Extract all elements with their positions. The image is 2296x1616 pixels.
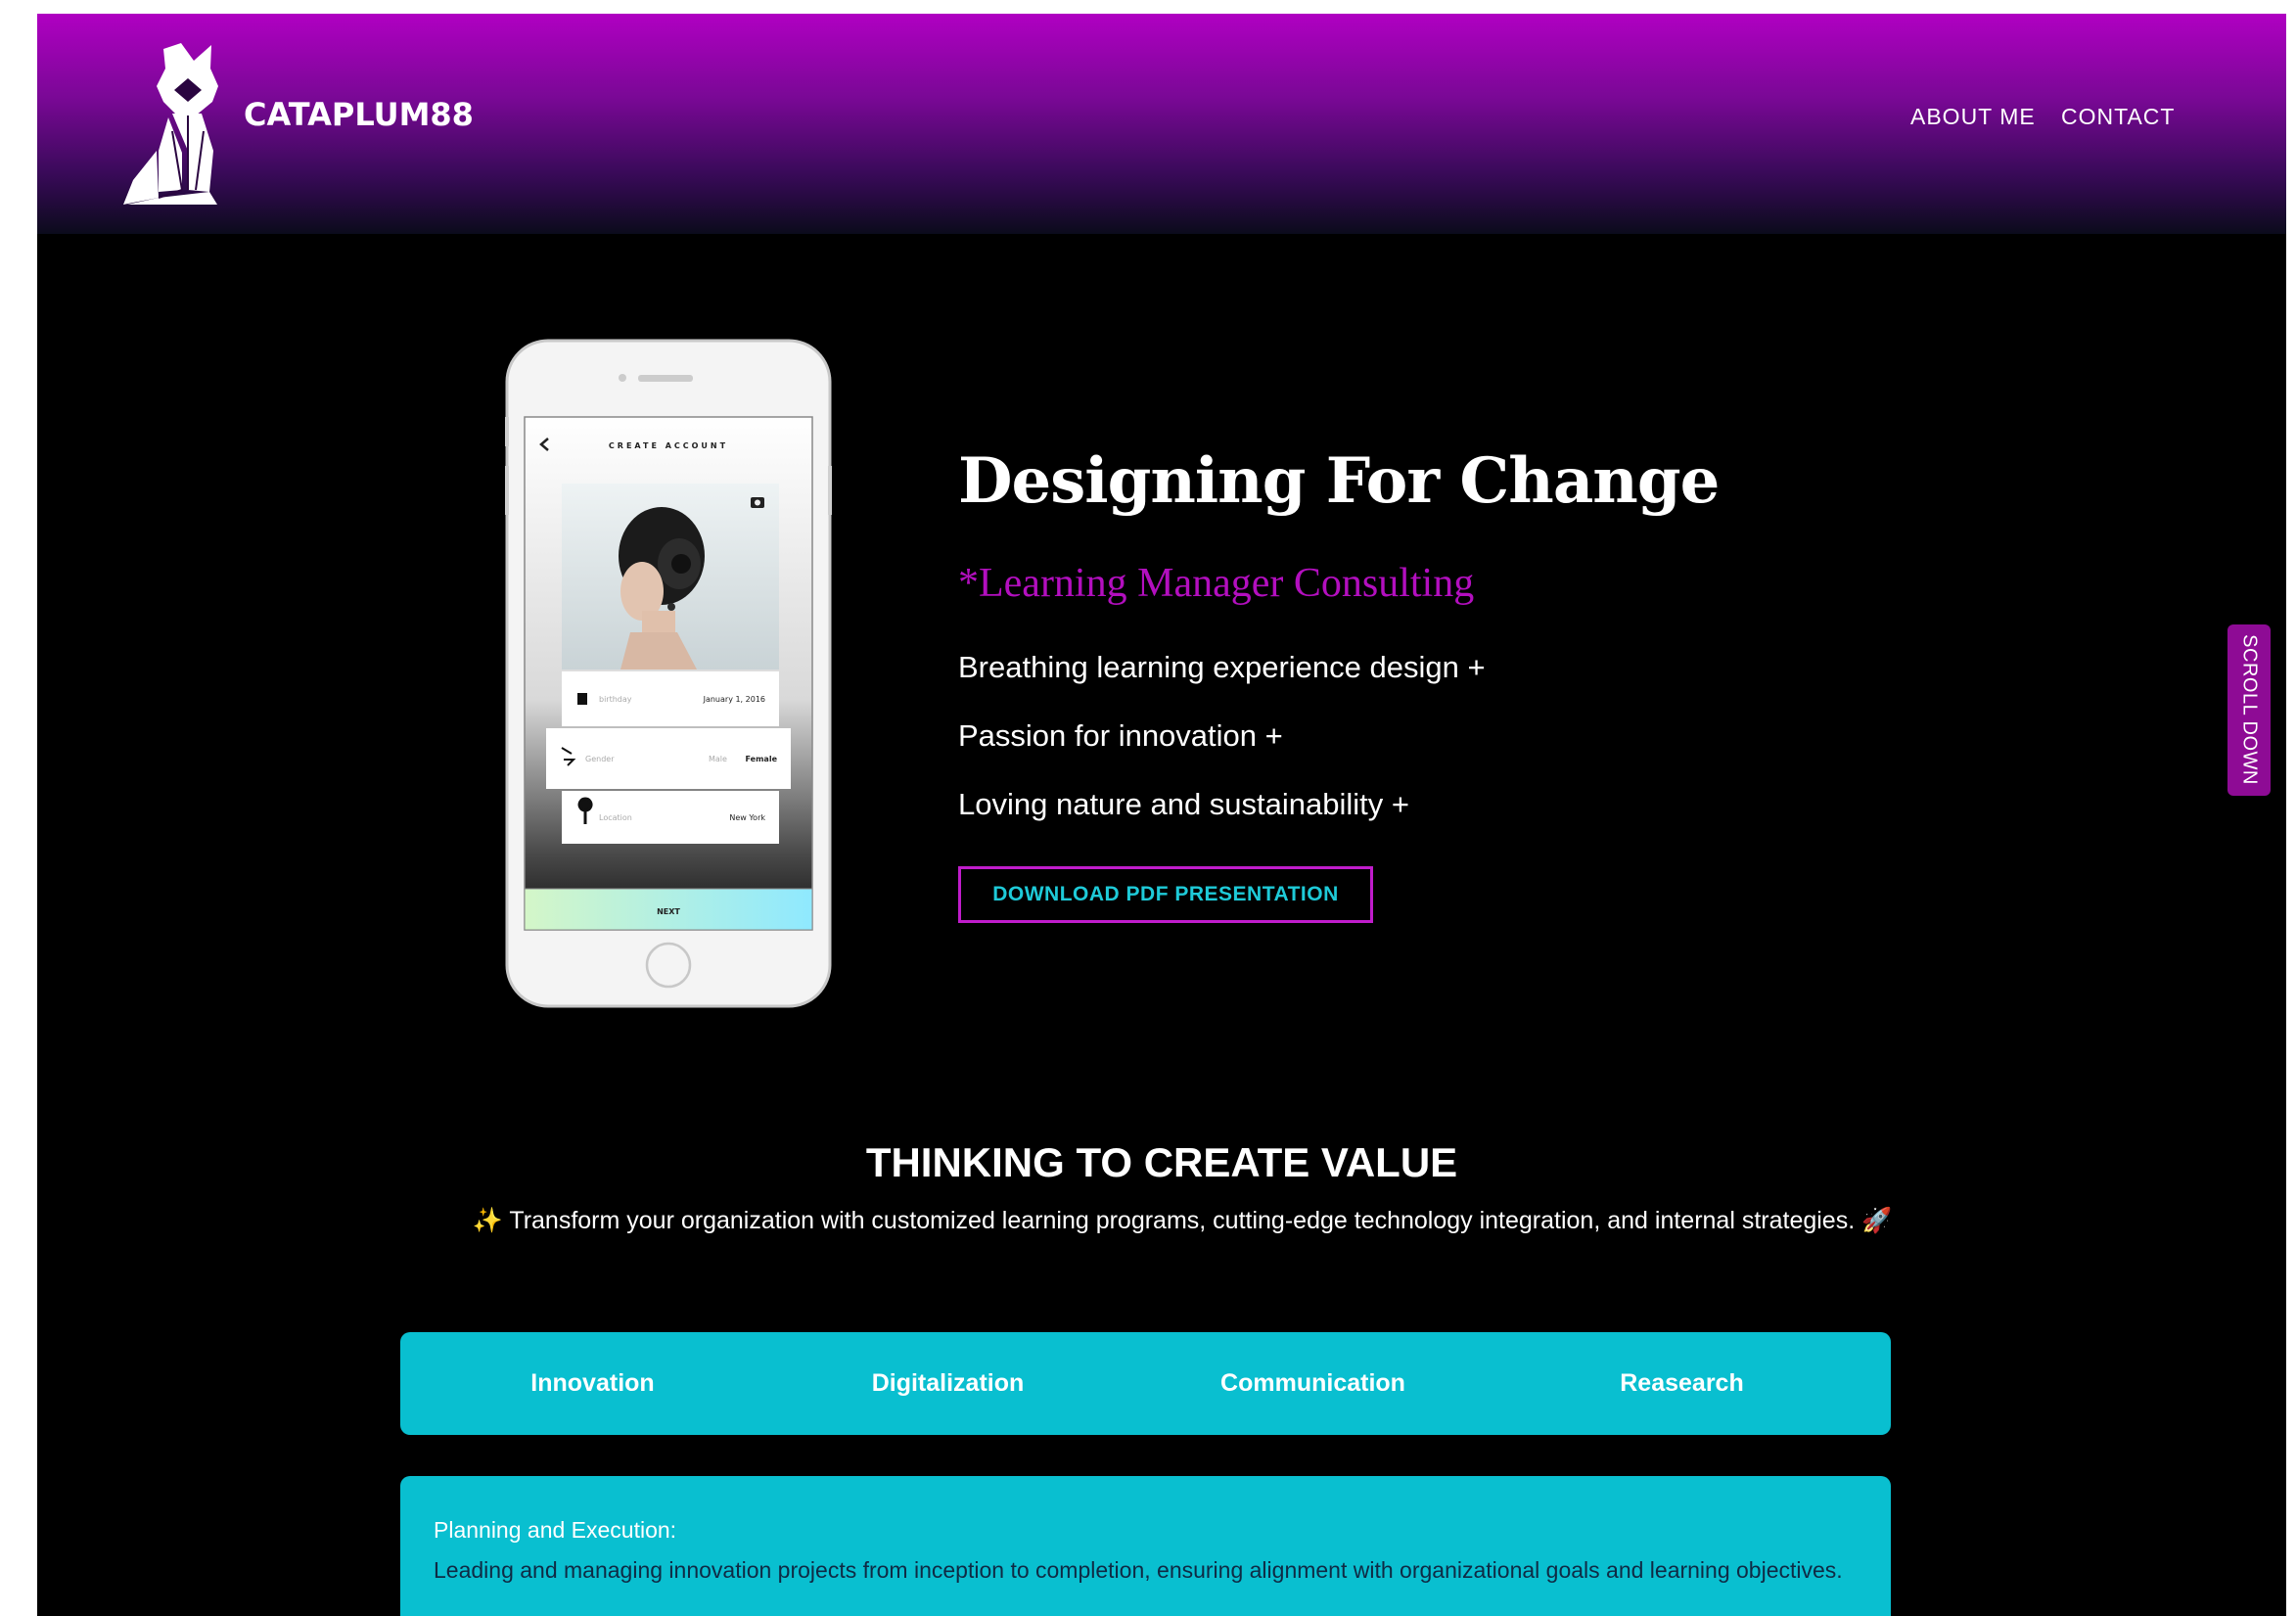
hero-bullet: Breathing learning experience design + xyxy=(958,650,1486,684)
gender-label: Gender xyxy=(585,755,615,763)
phone-screen-title: CREATE ACCOUNT xyxy=(609,441,728,450)
tab-research[interactable]: Reasearch xyxy=(1558,1332,1806,1435)
cake-icon xyxy=(577,693,587,705)
hero-title: Designing For Change xyxy=(958,444,1720,518)
section-description: ✨ Transform your organization with custo… xyxy=(472,1207,1893,1234)
next-button-label: NEXT xyxy=(657,907,680,916)
nav-about-me[interactable]: ABOUT ME xyxy=(1910,104,2036,130)
site-header: CATAPLUM88 ABOUT ME CONTACT xyxy=(37,14,2286,234)
services-tab-bar: Innovation Digitalization Communication … xyxy=(400,1332,1891,1435)
card-heading: Planning and Execution: xyxy=(434,1517,677,1543)
tab-content-card: Planning and Execution: Leading and mana… xyxy=(400,1476,1891,1616)
hero-bullet: Loving nature and sustainability + xyxy=(958,787,1410,821)
page: CATAPLUM88 ABOUT ME CONTACT CREATE ACCOU… xyxy=(37,14,2286,1616)
nav-contact[interactable]: CONTACT xyxy=(2061,104,2175,130)
tab-digitalization[interactable]: Digitalization xyxy=(824,1332,1072,1435)
phone-mockup: CREATE ACCOUNT birthday January 1, 2016 … xyxy=(505,339,832,1008)
download-pdf-button[interactable]: DOWNLOAD PDF PRESENTATION xyxy=(958,866,1373,923)
brand-name[interactable]: CATAPLUM88 xyxy=(244,96,474,133)
cat-logo-icon[interactable] xyxy=(119,43,237,205)
hero-subtitle: *Learning Manager Consulting xyxy=(958,561,1475,606)
birthday-label: birthday xyxy=(599,695,632,704)
location-label: Location xyxy=(599,813,632,822)
hero-bullet: Passion for innovation + xyxy=(958,718,1283,753)
gender-option-male[interactable]: Male xyxy=(709,755,727,763)
section-title: THINKING TO CREATE VALUE xyxy=(865,1139,1458,1185)
card-text: Leading and managing innovation projects… xyxy=(434,1557,1843,1583)
location-value: New York xyxy=(729,813,765,822)
birthday-value: January 1, 2016 xyxy=(703,695,765,704)
tab-innovation[interactable]: Innovation xyxy=(469,1332,716,1435)
scroll-down-label: SCROLL DOWN xyxy=(2238,634,2261,785)
gender-option-female[interactable]: Female xyxy=(746,755,778,763)
scroll-down-tab[interactable]: SCROLL DOWN xyxy=(2227,624,2271,796)
tab-communication[interactable]: Communication xyxy=(1189,1332,1437,1435)
